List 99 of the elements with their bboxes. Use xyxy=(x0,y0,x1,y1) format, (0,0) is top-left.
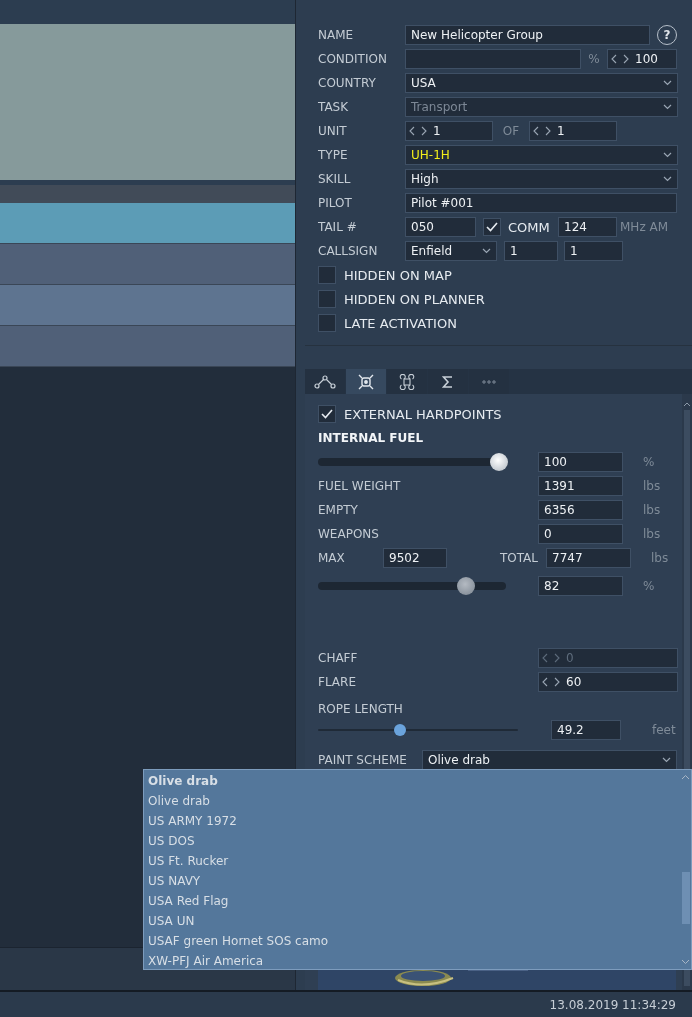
total-weight-field[interactable]: 7747 xyxy=(546,548,631,568)
tail-field[interactable]: 050 xyxy=(405,217,476,237)
option-label: LATE ACTIVATION xyxy=(344,315,457,331)
weight-field[interactable]: 6356 xyxy=(538,500,623,520)
paint-scheme-dropdown[interactable]: Olive drab xyxy=(422,750,677,770)
field-label: CONDITION xyxy=(318,52,388,66)
field-label: COUNTRY xyxy=(318,76,377,90)
spinner-arrows-icon[interactable] xyxy=(409,126,427,136)
rope-length-field[interactable]: 49.2 xyxy=(551,720,621,740)
checkbox[interactable] xyxy=(483,218,501,236)
caret-icon xyxy=(663,176,672,182)
unit-label: % xyxy=(643,579,655,593)
menu-item[interactable]: US NAVY xyxy=(144,871,680,891)
skill-dropdown[interactable]: High xyxy=(405,169,678,189)
unit-label: MHz AM xyxy=(620,220,669,234)
field-label: UNIT xyxy=(318,124,348,138)
field-label: NAME xyxy=(318,28,355,42)
unit-label: % xyxy=(587,52,601,66)
callsign-number-field[interactable]: 1 xyxy=(504,241,558,261)
unit-label: feet xyxy=(652,723,676,737)
field-label: TASK xyxy=(318,100,350,114)
checkbox[interactable] xyxy=(318,314,336,332)
field-label: TOTAL xyxy=(498,551,538,565)
menu-item[interactable]: Olive drab xyxy=(144,791,680,811)
field-label: FUEL WEIGHT xyxy=(318,479,402,493)
field-label: MAX xyxy=(318,551,346,565)
field-label: PAINT SCHEME xyxy=(318,753,408,767)
field-label: FLARE xyxy=(318,675,357,689)
caret-icon xyxy=(663,152,672,158)
field-label: PILOT xyxy=(318,196,353,210)
comm-label: COMM xyxy=(507,219,551,235)
menu-item[interactable]: USA Red Flag xyxy=(144,891,680,911)
of-label: OF xyxy=(501,124,521,138)
condition-spinner[interactable]: 100 xyxy=(607,49,677,69)
weight-field[interactable]: 0 xyxy=(538,524,623,544)
field-label: CALLSIGN xyxy=(318,244,379,258)
list-row[interactable] xyxy=(0,203,295,244)
checkbox[interactable] xyxy=(318,290,336,308)
condition-field[interactable] xyxy=(405,49,581,69)
scroll-thumb[interactable] xyxy=(681,872,690,924)
checkbox[interactable] xyxy=(318,405,336,423)
menu-item[interactable]: US Ft. Rucker xyxy=(144,851,680,871)
unit-label: lbs xyxy=(643,503,661,517)
spinner-arrows-icon[interactable] xyxy=(611,54,629,64)
scroll-up-icon[interactable] xyxy=(683,402,691,407)
country-dropdown[interactable]: USA xyxy=(405,73,678,93)
option-label: HIDDEN ON MAP xyxy=(344,267,452,283)
unit-count-spinner[interactable]: 1 xyxy=(529,121,617,141)
slider-thumb[interactable] xyxy=(393,724,406,736)
pilot-field[interactable]: Pilot #001 xyxy=(405,193,677,213)
type-dropdown[interactable]: UH-1H xyxy=(405,145,678,165)
slider-thumb[interactable] xyxy=(490,453,508,471)
field-label: TYPE xyxy=(318,148,349,162)
command-icon xyxy=(399,373,415,390)
menu-item[interactable]: USA UN xyxy=(144,911,680,931)
menu-item[interactable]: US DOS xyxy=(144,831,680,851)
caret-icon xyxy=(662,757,671,763)
slider-thumb[interactable] xyxy=(457,577,476,595)
scroll-down-icon[interactable] xyxy=(681,959,690,965)
callsign-number-field[interactable]: 1 xyxy=(564,241,623,261)
unit-label: lbs xyxy=(643,479,661,493)
scroll-up-icon[interactable] xyxy=(681,774,690,780)
tab[interactable] xyxy=(346,369,387,394)
frequency-field[interactable]: 124 xyxy=(558,217,617,237)
unit-spinner[interactable]: 1 xyxy=(405,121,493,141)
unit-label: lbs xyxy=(643,527,661,541)
menu-item[interactable]: USAF green Hornet SOS camo xyxy=(144,931,680,951)
date-time: 13.08.2019 11:34:29 xyxy=(549,997,676,1012)
weight-field[interactable]: 1391 xyxy=(538,476,623,496)
sigma-icon xyxy=(442,375,454,388)
help-button[interactable]: ? xyxy=(657,25,677,45)
callsign-dropdown[interactable]: Enfield xyxy=(405,241,497,261)
fuel-percent-field[interactable]: 100 xyxy=(538,452,623,472)
menu-item[interactable]: US ARMY 1972 xyxy=(144,811,680,831)
field-label: ROPE LENGTH xyxy=(318,702,404,716)
menu-item[interactable]: XW-PFJ Air America xyxy=(144,951,680,971)
field-label: TAIL # xyxy=(318,220,358,234)
option-label: EXTERNAL HARDPOINTS xyxy=(344,406,502,422)
spinner-arrows-icon[interactable] xyxy=(533,126,551,136)
route-icon xyxy=(314,374,336,389)
load-percent-field[interactable]: 82 xyxy=(538,576,623,596)
flare-spinner[interactable]: 60 xyxy=(538,672,678,692)
more-icon xyxy=(482,379,496,384)
field-label: SKILL xyxy=(318,172,352,186)
checkbox[interactable] xyxy=(318,266,336,284)
caret-icon xyxy=(663,104,672,110)
unit-label: % xyxy=(643,455,655,469)
name-field[interactable]: New Helicopter Group xyxy=(405,25,650,45)
section-title: INTERNAL FUEL xyxy=(318,431,424,445)
field-label: CHAFF xyxy=(318,651,359,665)
crosshair-icon xyxy=(358,373,374,390)
caret-icon xyxy=(482,248,491,254)
spinner-arrows-icon[interactable] xyxy=(542,677,560,687)
max-weight-field[interactable]: 9502 xyxy=(383,548,447,568)
caret-icon xyxy=(663,80,672,86)
field-label: WEAPONS xyxy=(318,527,380,541)
option-label: HIDDEN ON PLANNER xyxy=(344,291,485,307)
unit-label: lbs xyxy=(651,551,669,565)
field-label: EMPTY xyxy=(318,503,359,517)
